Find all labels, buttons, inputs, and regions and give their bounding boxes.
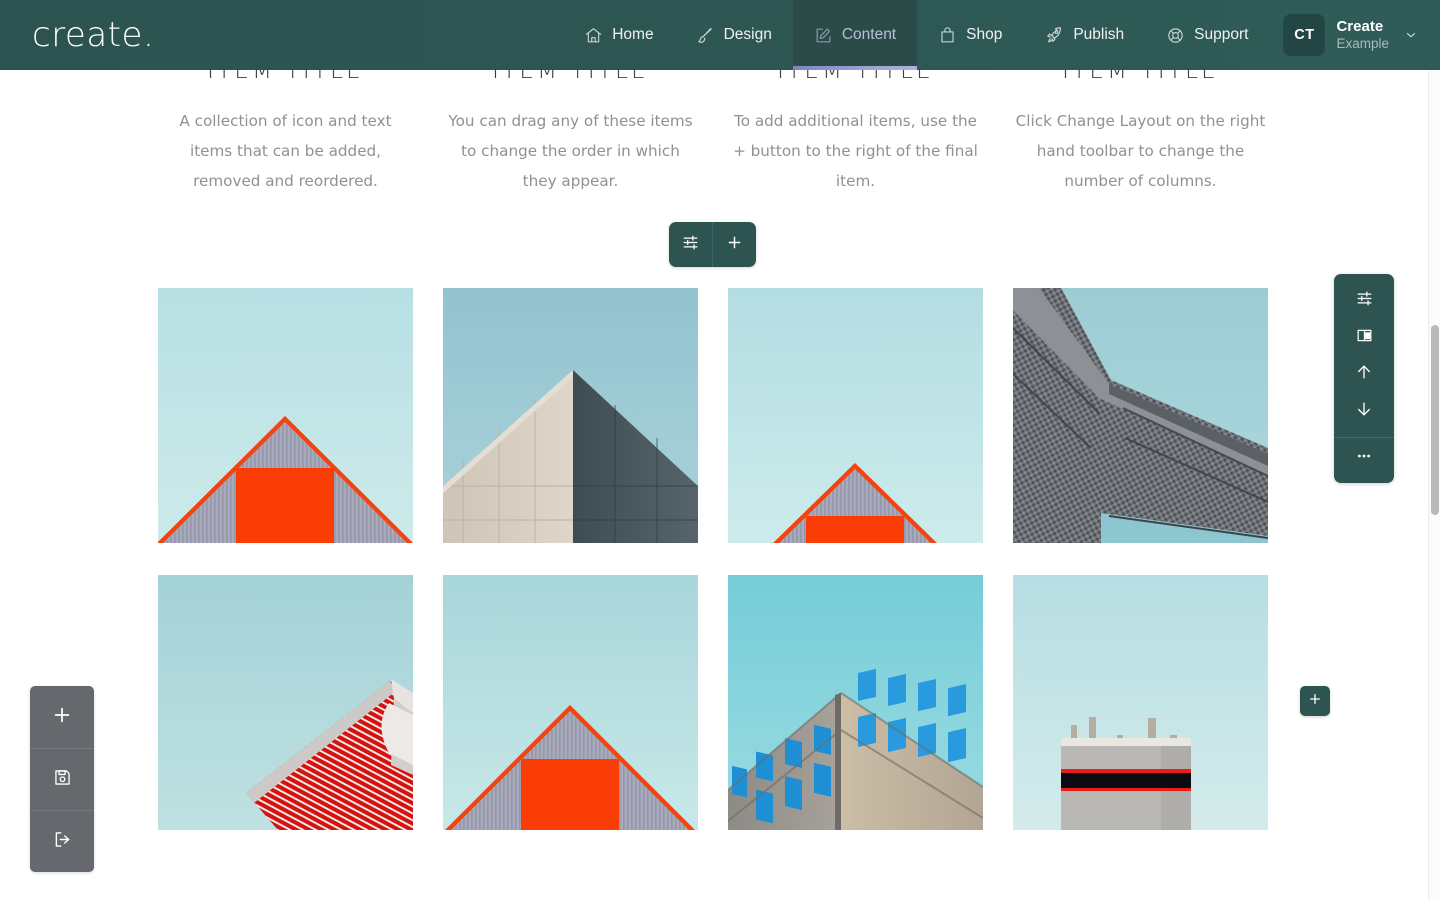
plus-icon — [725, 233, 744, 257]
main-nav: Home Design Content Shop Publish Support — [563, 0, 1269, 70]
item-title: ITEM TITLE — [1062, 70, 1219, 84]
arrow-up-icon — [1354, 362, 1374, 387]
account-plan: Example — [1336, 35, 1389, 51]
nav-item-content[interactable]: Content — [792, 0, 918, 70]
gallery-image-7[interactable] — [728, 575, 983, 830]
arrow-down-icon — [1354, 399, 1374, 424]
nav-item-support-label: Support — [1194, 26, 1249, 43]
nav-item-shop[interactable]: Shop — [917, 0, 1023, 70]
item-body: To add additional items, use the + butto… — [733, 112, 978, 190]
home-icon — [584, 26, 603, 45]
app-logo-dot: . — [142, 15, 155, 55]
more-options-button[interactable] — [1334, 440, 1394, 477]
edit-square-icon — [814, 26, 833, 45]
gallery-image-1[interactable] — [158, 288, 413, 543]
nav-item-shop-label: Shop — [966, 26, 1003, 43]
gallery-image-8[interactable] — [1013, 575, 1268, 830]
item-columns: ITEM TITLE A collection of icon and text… — [158, 70, 1268, 196]
rocket-icon — [1044, 25, 1064, 45]
nav-item-publish-label: Publish — [1073, 26, 1125, 43]
gallery-image-5[interactable] — [158, 575, 413, 830]
page-scrollbar[interactable] — [1428, 70, 1440, 900]
move-up-button[interactable] — [1334, 356, 1394, 393]
item-column[interactable]: ITEM TITLE To add additional items, use … — [728, 70, 983, 196]
app-logo[interactable]: create. — [32, 18, 154, 52]
toolbar-divider — [1334, 437, 1394, 438]
top-navigation-bar: create. Home Design Content Shop Publish… — [0, 0, 1440, 70]
move-down-button[interactable] — [1334, 393, 1394, 430]
save-button[interactable] — [30, 748, 94, 810]
edit-settings-button[interactable] — [669, 222, 712, 267]
item-title: ITEM TITLE — [492, 70, 649, 84]
item-body: A collection of icon and text items that… — [179, 112, 392, 190]
avatar: CT — [1283, 14, 1326, 56]
nav-item-home[interactable]: Home — [563, 0, 674, 70]
item-floating-toolbar — [669, 222, 756, 267]
item-column[interactable]: ITEM TITLE Click Change Layout on the ri… — [1013, 70, 1268, 196]
sliders-icon — [1355, 289, 1374, 313]
item-title: ITEM TITLE — [777, 70, 934, 84]
account-name: Create — [1336, 18, 1384, 36]
account-text: Create Example — [1336, 18, 1389, 52]
nav-item-content-label: Content — [841, 26, 897, 43]
nav-item-design[interactable]: Design — [675, 0, 793, 70]
exit-button[interactable] — [30, 810, 94, 872]
block-toolbar — [1334, 274, 1394, 483]
nav-item-support[interactable]: Support — [1145, 0, 1269, 70]
plus-icon — [1307, 691, 1323, 712]
change-layout-button[interactable] — [1334, 319, 1394, 356]
add-block-button[interactable] — [30, 686, 94, 748]
scrollbar-thumb[interactable] — [1431, 325, 1439, 515]
block-settings-button[interactable] — [1334, 282, 1394, 319]
sliders-icon — [681, 233, 700, 257]
gallery-image-4[interactable] — [1013, 288, 1268, 543]
item-column[interactable]: ITEM TITLE A collection of icon and text… — [158, 70, 413, 196]
gallery-image-6[interactable] — [443, 575, 698, 830]
item-body: You can drag any of these items to chang… — [448, 112, 693, 190]
nav-item-design-label: Design — [723, 26, 772, 43]
gallery-image-2[interactable] — [443, 288, 698, 543]
brush-icon — [696, 26, 715, 45]
nav-item-home-label: Home — [612, 26, 654, 43]
editor-actions-toolbar — [30, 686, 94, 872]
image-grid — [158, 288, 1268, 830]
chevron-down-icon[interactable] — [1404, 28, 1418, 42]
shopping-bag-icon — [938, 26, 957, 45]
ellipsis-icon — [1354, 446, 1374, 471]
lifebuoy-icon — [1166, 26, 1185, 45]
plus-icon — [51, 704, 73, 731]
page-canvas: ITEM TITLE A collection of icon and text… — [0, 70, 1428, 900]
nav-item-publish[interactable]: Publish — [1023, 0, 1145, 70]
app-logo-text: create — [32, 15, 143, 55]
gallery-image-3[interactable] — [728, 288, 983, 543]
columns-icon — [1355, 326, 1374, 350]
item-column[interactable]: ITEM TITLE You can drag any of these ite… — [443, 70, 698, 196]
add-column-button[interactable] — [1300, 686, 1330, 716]
account-menu[interactable]: CT Create Example — [1283, 14, 1418, 56]
item-title: ITEM TITLE — [207, 70, 364, 84]
item-body: Click Change Layout on the right hand to… — [1015, 112, 1266, 190]
exit-icon — [52, 829, 73, 855]
save-icon — [52, 767, 73, 793]
add-item-button[interactable] — [712, 222, 756, 267]
